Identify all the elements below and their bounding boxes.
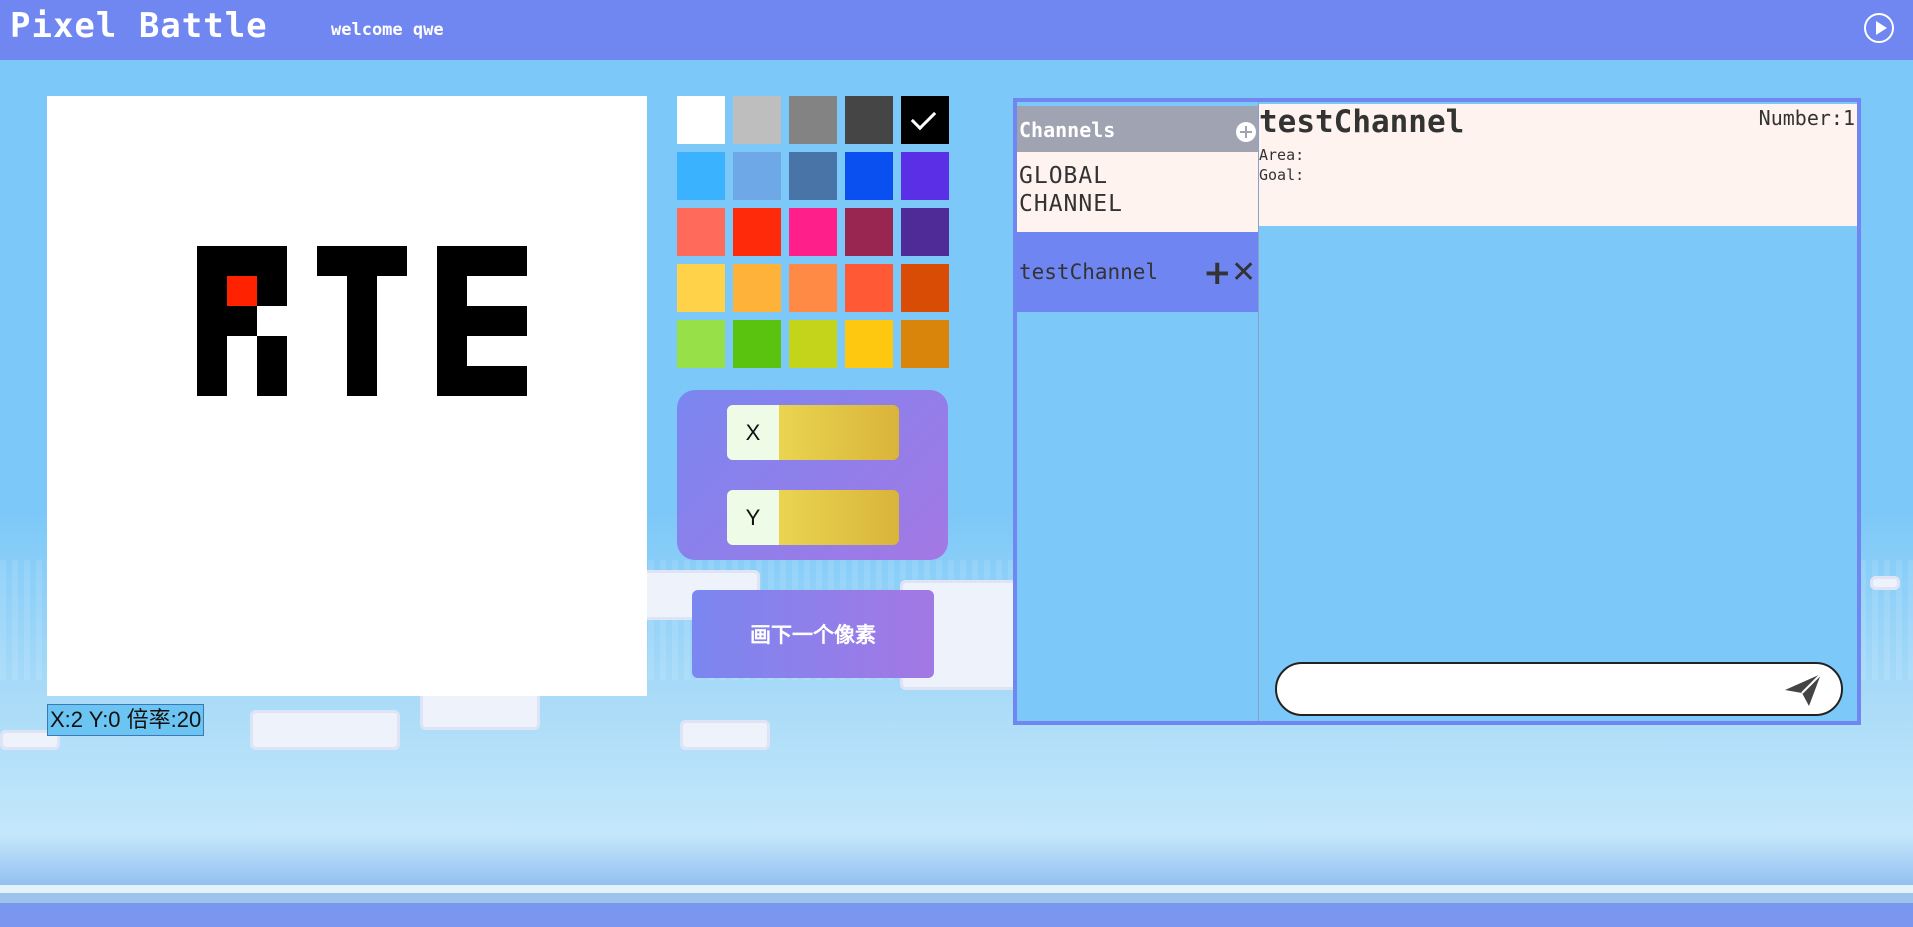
x-input[interactable] — [779, 405, 899, 460]
color-swatch[interactable] — [733, 152, 781, 200]
message-box — [1275, 662, 1843, 716]
y-field: Y — [727, 490, 899, 545]
color-swatch[interactable] — [789, 264, 837, 312]
color-swatch[interactable] — [845, 152, 893, 200]
x-field: X — [727, 405, 899, 460]
color-swatch[interactable] — [733, 264, 781, 312]
chat-panel: Channels GLOBAL CHANNEL testChannel + ✕ … — [1013, 98, 1861, 725]
add-channel-icon[interactable] — [1236, 122, 1256, 142]
y-label: Y — [727, 490, 779, 545]
cursor-status: X:2 Y:0 倍率:20 — [47, 704, 205, 736]
color-swatch[interactable] — [901, 264, 949, 312]
channel-sidebar: Channels GLOBAL CHANNEL testChannel + ✕ — [1017, 102, 1259, 721]
color-swatch[interactable] — [677, 208, 725, 256]
channel-goal: Goal: — [1259, 166, 1305, 184]
color-swatch[interactable] — [901, 320, 949, 368]
color-swatch[interactable] — [845, 264, 893, 312]
play-icon[interactable] — [1864, 13, 1894, 43]
y-input[interactable] — [779, 490, 899, 545]
color-swatch[interactable] — [845, 208, 893, 256]
color-swatch[interactable] — [677, 264, 725, 312]
background-ground — [0, 885, 1913, 927]
color-swatch[interactable] — [901, 96, 949, 144]
color-swatch[interactable] — [901, 208, 949, 256]
color-swatch[interactable] — [789, 208, 837, 256]
color-palette — [677, 96, 949, 368]
channel-item-test[interactable]: testChannel + ✕ — [1017, 232, 1258, 312]
color-swatch[interactable] — [733, 320, 781, 368]
color-swatch[interactable] — [677, 96, 725, 144]
channel-item-label: testChannel — [1019, 260, 1159, 284]
coordinate-panel: X Y — [677, 390, 948, 560]
pixel-canvas[interactable] — [47, 96, 647, 696]
color-swatch[interactable] — [789, 96, 837, 144]
channel-info: testChannel Number:1 Area: Goal: — [1259, 104, 1857, 226]
message-input[interactable] — [1297, 672, 1771, 708]
channels-title: Channels — [1019, 118, 1116, 142]
x-label: X — [727, 405, 779, 460]
color-swatch[interactable] — [845, 96, 893, 144]
channel-title: testChannel — [1259, 104, 1465, 140]
selected-pixel — [227, 276, 257, 306]
chat-main: testChannel Number:1 Area: Goal: — [1259, 102, 1857, 721]
welcome-text: welcome qwe — [331, 20, 444, 40]
join-channel-icon[interactable]: + — [1203, 256, 1232, 290]
channel-item-label: GLOBAL CHANNEL — [1019, 163, 1123, 217]
color-swatch[interactable] — [677, 152, 725, 200]
draw-pixel-button[interactable]: 画下一个像素 — [692, 590, 934, 678]
color-swatch[interactable] — [901, 152, 949, 200]
color-swatch[interactable] — [789, 152, 837, 200]
color-swatch[interactable] — [789, 320, 837, 368]
channel-item-global[interactable]: GLOBAL CHANNEL — [1017, 152, 1258, 232]
color-swatch[interactable] — [733, 208, 781, 256]
color-swatch[interactable] — [677, 320, 725, 368]
channel-area: Area: — [1259, 146, 1305, 164]
send-icon[interactable] — [1783, 672, 1823, 708]
channels-header: Channels — [1017, 106, 1258, 152]
close-channel-icon[interactable]: ✕ — [1231, 256, 1256, 290]
top-bar: Pixel Battle welcome qwe — [0, 0, 1913, 60]
color-swatch[interactable] — [733, 96, 781, 144]
app-logo: Pixel Battle — [10, 6, 268, 46]
color-swatch[interactable] — [845, 320, 893, 368]
member-count: Number:1 — [1758, 106, 1855, 130]
